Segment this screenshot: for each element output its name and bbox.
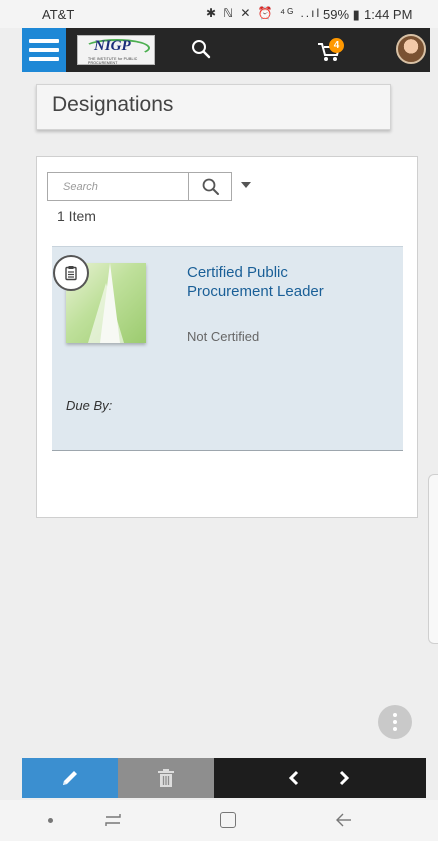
- pencil-icon: [63, 771, 77, 785]
- pager-controls: [214, 758, 426, 798]
- user-avatar[interactable]: [396, 34, 426, 64]
- carrier-label: AT&T: [42, 7, 75, 22]
- clipboard-icon: [53, 255, 89, 291]
- search-input[interactable]: [48, 173, 188, 200]
- back-icon[interactable]: [334, 811, 354, 834]
- dot-icon: [393, 720, 397, 724]
- search-icon[interactable]: [190, 38, 212, 60]
- due-by-label: Due By:: [66, 398, 113, 413]
- status-icons: ✱ ℕ ✕ ⏰ ⁴ᴳ ..ıl: [206, 6, 322, 20]
- logo-subtext: THE INSTITUTE for PUBLIC PROCUREMENT: [88, 57, 138, 65]
- designation-title-link[interactable]: Certified Public Procurement Leader: [187, 263, 327, 301]
- delete-button[interactable]: [118, 758, 214, 798]
- edit-button[interactable]: [22, 758, 118, 798]
- clock: 1:44 PM: [364, 7, 413, 22]
- chevron-left-icon: [288, 770, 299, 786]
- home-icon[interactable]: [220, 812, 236, 828]
- more-options-button[interactable]: [378, 705, 412, 739]
- menu-bar-icon: [29, 57, 59, 61]
- menu-bar-icon: [29, 48, 59, 52]
- next-button[interactable]: [324, 758, 364, 798]
- chevron-right-icon: [339, 770, 350, 786]
- previous-button[interactable]: [274, 758, 314, 798]
- side-drawer-handle[interactable]: [428, 474, 438, 644]
- app-header: NIGP THE INSTITUTE for PUBLIC PROCUREMEN…: [22, 28, 430, 72]
- cart-button[interactable]: 4: [316, 38, 348, 64]
- logo-text: NIGP: [94, 38, 131, 54]
- nav-dot-icon[interactable]: [48, 818, 53, 823]
- page-title: Designations: [52, 93, 174, 116]
- search-button[interactable]: [188, 173, 232, 200]
- dot-icon: [393, 713, 397, 717]
- designations-list-panel: 1 Item Certified Public Procurement Lead…: [36, 156, 418, 518]
- nigp-logo[interactable]: NIGP THE INSTITUTE for PUBLIC PROCUREMEN…: [77, 35, 155, 65]
- search-box: [47, 172, 232, 201]
- action-bar: [22, 758, 426, 798]
- hamburger-menu-button[interactable]: [22, 28, 66, 72]
- battery-indicator: 59% ▮: [323, 7, 360, 22]
- search-icon: [202, 178, 219, 195]
- filter-dropdown-caret-icon[interactable]: [241, 182, 251, 188]
- status-bar: AT&T ✱ ℕ ✕ ⏰ ⁴ᴳ ..ıl 59% ▮ 1:44 PM: [0, 0, 438, 28]
- page-title-card: Designations: [36, 84, 391, 130]
- list-item[interactable]: Certified Public Procurement Leader Not …: [52, 246, 403, 451]
- cart-count-badge: 4: [329, 38, 344, 53]
- recent-apps-icon[interactable]: [102, 811, 124, 834]
- trash-icon: [158, 769, 174, 787]
- menu-bar-icon: [29, 39, 59, 43]
- android-navigation-bar: [0, 800, 438, 841]
- certification-status: Not Certified: [187, 329, 260, 344]
- dot-icon: [393, 727, 397, 731]
- item-count: 1 Item: [57, 208, 96, 224]
